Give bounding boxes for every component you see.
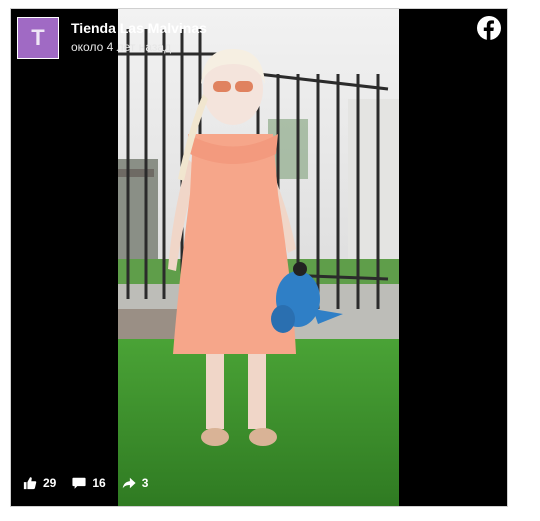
video-embed[interactable]: T Tienda Las Malvinas около 4 лет назад … — [10, 8, 508, 507]
avatar-letter: T — [31, 25, 45, 50]
share-stat[interactable]: 3 — [122, 476, 149, 490]
page-avatar[interactable]: T — [17, 17, 59, 59]
page-name-link[interactable]: Tienda Las Malvinas — [71, 20, 207, 36]
facebook-icon[interactable] — [477, 16, 501, 40]
share-count: 3 — [141, 476, 149, 490]
comment-icon — [72, 477, 86, 489]
like-count: 29 — [43, 476, 57, 490]
video-scene-image — [118, 9, 399, 506]
comment-stat[interactable]: 16 — [72, 476, 106, 490]
comment-count: 16 — [92, 476, 106, 490]
engagement-stats: 29 16 3 — [23, 474, 164, 492]
like-icon — [23, 477, 37, 490]
video-frame[interactable] — [118, 9, 399, 506]
like-stat[interactable]: 29 — [23, 476, 56, 490]
share-icon — [122, 477, 136, 489]
post-timestamp[interactable]: около 4 лет назад — [71, 40, 171, 54]
